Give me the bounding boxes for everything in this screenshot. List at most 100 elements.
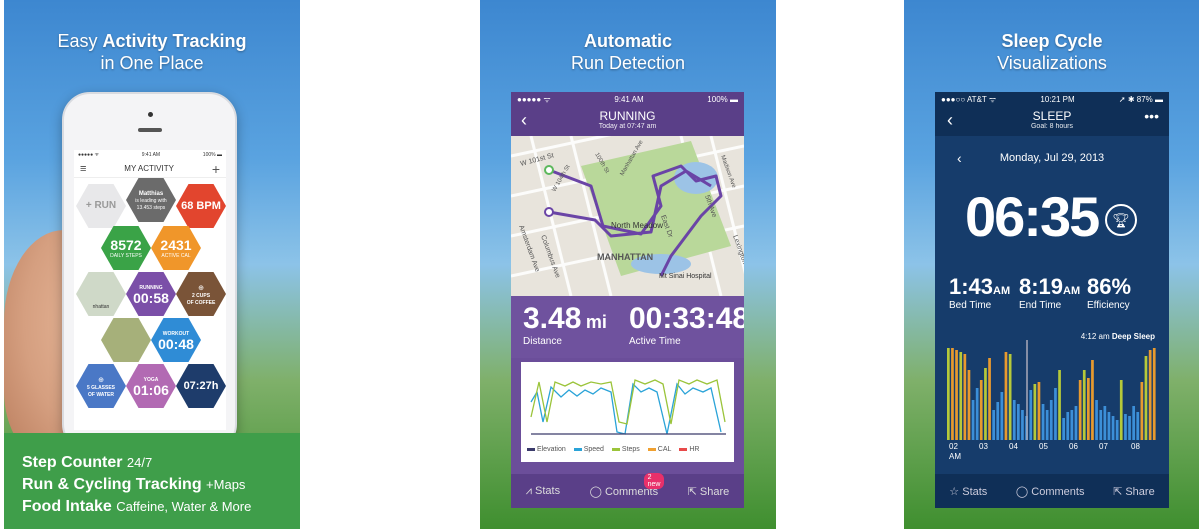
comment-icon: ◯ xyxy=(589,485,602,498)
hero-bold-text: Activity Tracking xyxy=(102,31,247,51)
sleep-bar xyxy=(1074,406,1078,440)
map-svg: W 101st St Amsterdam Ave Columbus Ave No… xyxy=(511,136,744,296)
signal: ●●●●● ᯤ xyxy=(517,94,551,104)
camera xyxy=(148,112,153,117)
run-chart[interactable]: Elevation Speed Steps CAL HR xyxy=(521,362,734,462)
sleep-bar xyxy=(1066,412,1070,440)
sleep-chart[interactable] xyxy=(947,340,1157,440)
steps-tile[interactable]: 8572 DAILY STEPS xyxy=(101,226,151,270)
hero-line-2: Run Detection xyxy=(570,53,686,73)
star-icon: ☆ xyxy=(949,485,960,498)
status-bar: ●●●●● ᯤ 9:41 AM 100% ▬ xyxy=(74,150,226,160)
food-photo-tile[interactable] xyxy=(101,318,151,362)
tab-stats[interactable]: ☆ Stats xyxy=(949,485,987,498)
sleep-bar xyxy=(1152,348,1156,440)
hero-line-1: Sleep Cycle xyxy=(1001,31,1103,51)
hero-line-1: Automatic xyxy=(583,31,672,51)
panel-sleep-cycle: Sleep Cycle Visualizations ●●●○○ AT&T ᯤ … xyxy=(904,0,1199,529)
calories-tile[interactable]: 2431 ACTIVE CAL xyxy=(151,226,201,270)
run-tile[interactable]: + RUN xyxy=(76,184,126,228)
coffee-tile[interactable]: ⊕ 2 CUPS OF COFFEE xyxy=(176,272,226,316)
page-subtitle: Today at 07:47 am xyxy=(598,123,657,130)
phone-device: ●●●●● ᯤ 9:41 AM 100% ▬ ≡ MY ACTIVITY + +… xyxy=(62,92,237,452)
sleep-bar xyxy=(1124,414,1127,440)
page-subtitle: Goal: 8 hours xyxy=(1030,123,1074,130)
tab-share[interactable]: ⇱ Share xyxy=(688,485,730,498)
hero-title: Automatic Run Detection xyxy=(480,30,776,74)
sleep-bar xyxy=(1062,418,1065,440)
sleep-bar xyxy=(1012,400,1016,440)
clock: 9:41 AM xyxy=(141,152,161,158)
sleep-bar xyxy=(947,348,950,440)
add-icon[interactable]: + xyxy=(212,161,220,177)
bpm-tile[interactable]: 68 BPM xyxy=(176,184,226,228)
hour-label: 02 xyxy=(949,442,958,451)
signal: ●●●●● ᯤ xyxy=(78,152,100,158)
hero-title: Sleep Cycle Visualizations xyxy=(904,30,1199,74)
hex-grid: + RUN Matthias is leading with 13.453 st… xyxy=(74,178,226,430)
sleep-bar xyxy=(1000,392,1004,440)
map-label: MANHATTAN xyxy=(597,252,653,262)
bed-time-stat: 1:43AM Bed Time xyxy=(949,274,1011,311)
hour-label-am: AM xyxy=(949,452,961,461)
end-time-stat: 8:19AM End Time xyxy=(1019,274,1081,311)
hero-text: Easy xyxy=(57,31,103,51)
map-tile[interactable]: nhattan xyxy=(76,272,126,316)
phone-screen: ●●●○○ AT&T ᯤ 10:21 PM ➚ ✱ 87% ▬ ‹ SLEEP … xyxy=(935,92,1169,508)
water-tile[interactable]: ⊕ 5 GLASSES OF WATER xyxy=(76,364,126,408)
tab-bar: ⩘ Stats ◯ Comments 2 new ⇱ Share xyxy=(511,472,744,508)
legend-cal: CAL xyxy=(647,446,671,453)
hour-label: 06 xyxy=(1069,442,1078,451)
sleep-bar xyxy=(955,350,958,440)
tab-comments[interactable]: ◯ Comments 2 new xyxy=(589,472,665,498)
sleep-bar xyxy=(1041,404,1045,440)
leader-tile[interactable]: Matthias is leading with 13.453 steps xyxy=(126,178,176,222)
feature-run-cycling: Run & Cycling Tracking +Maps xyxy=(22,476,246,493)
feature-step-counter: Step Counter 24/7 xyxy=(22,454,153,471)
menu-icon[interactable]: ≡ xyxy=(80,163,86,175)
legend-speed: Speed xyxy=(573,446,604,453)
sleep-bar xyxy=(1148,350,1152,440)
screen-title: MY ACTIVITY xyxy=(124,164,174,173)
sleep-bar xyxy=(1037,382,1041,440)
sleep-bar xyxy=(1103,406,1107,440)
bed-time-label: Bed Time xyxy=(949,300,992,311)
sleep-bar xyxy=(1119,380,1123,440)
legend-hr: HR xyxy=(679,446,699,453)
status-bar: ●●●●● ᯤ 9:41 AM 100% ▬ xyxy=(511,92,744,106)
tab-share[interactable]: ⇱ Share xyxy=(1113,485,1155,498)
trophy-icon[interactable]: 🏆︎ xyxy=(1105,204,1137,236)
prev-day-icon[interactable]: ‹ xyxy=(957,150,962,166)
tab-stats[interactable]: ⩘ Stats xyxy=(526,485,560,498)
efficiency-label: Efficiency xyxy=(1087,300,1130,311)
running-tile[interactable]: RUNNING 00:58 xyxy=(126,272,176,316)
yoga-tile[interactable]: YOGA 01:06 xyxy=(126,364,176,408)
hour-label: 07 xyxy=(1099,442,1108,451)
map-label: North Meadow xyxy=(611,221,663,230)
hero-line-2: in One Place xyxy=(100,53,204,73)
sleep-tile[interactable]: 07:27h xyxy=(176,364,226,408)
legend-steps: Steps xyxy=(611,446,640,453)
battery: 100% ▬ xyxy=(707,94,738,104)
sleep-bar xyxy=(1087,378,1090,440)
tab-comments[interactable]: ◯ Comments xyxy=(1016,485,1085,498)
battery: ➚ ✱ 87% ▬ xyxy=(1118,94,1163,104)
more-icon[interactable]: ••• xyxy=(1144,108,1159,124)
sleep-bar xyxy=(1136,412,1140,440)
workout-tile[interactable]: WORKOUT 00:48 xyxy=(151,318,201,362)
sleep-bar xyxy=(1082,370,1086,440)
sleep-bar xyxy=(992,410,995,440)
sleep-bar xyxy=(1045,410,1049,440)
route-map[interactable]: W 101st St Amsterdam Ave Columbus Ave No… xyxy=(511,136,744,296)
hour-label: 08 xyxy=(1131,442,1140,451)
tab-bar: ☆ Stats ◯ Comments ⇱ Share xyxy=(935,474,1169,508)
end-time-label: End Time xyxy=(1019,300,1062,311)
time-label: Active Time xyxy=(629,336,681,347)
status-bar: ●●●○○ AT&T ᯤ 10:21 PM ➚ ✱ 87% ▬ xyxy=(935,92,1169,106)
screen-header: ≡ MY ACTIVITY + xyxy=(74,160,226,178)
share-icon: ⇱ xyxy=(687,485,697,498)
sleep-bar xyxy=(1008,354,1012,440)
sleep-bar xyxy=(1033,384,1037,440)
sleep-bar xyxy=(1107,412,1111,440)
hour-label: 04 xyxy=(1009,442,1018,451)
